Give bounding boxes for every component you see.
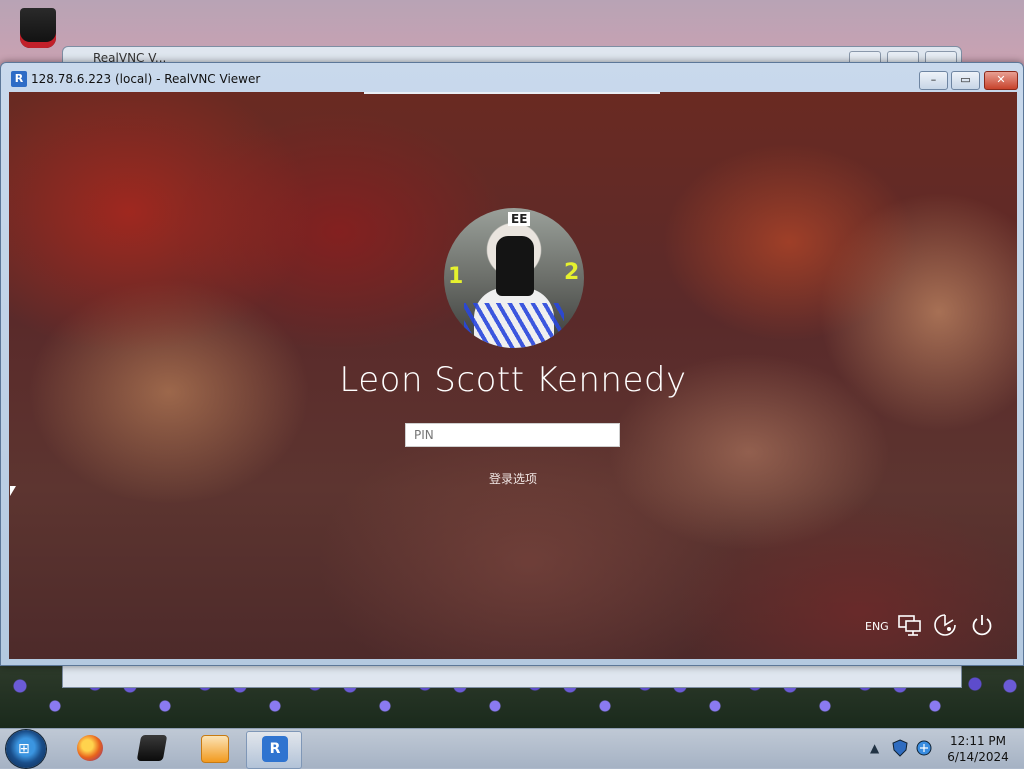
avatar-blue-scribble [464,303,564,348]
taskbar: ⊞ R ▲ 12:11 PM 6/14/2024 [0,728,1024,769]
security-shield-icon[interactable] [892,739,908,760]
taskbar-terminal[interactable] [124,731,178,767]
sign-in-options-link[interactable]: 登录选项 [9,470,1017,487]
taskbar-media-player[interactable] [186,731,240,767]
media-player-icon [201,735,229,763]
minimize-icon: – [930,73,937,86]
avatar-hair [496,236,534,296]
recycle-bin-icon[interactable] [16,6,60,52]
shield-icon-svg [892,739,908,757]
network-tray-icon-svg [916,740,932,756]
language-indicator[interactable]: ENG [865,620,889,633]
start-button[interactable]: ⊞ [6,730,46,768]
taskbar-firefox[interactable] [62,731,116,767]
avatar-number-2: 2 [564,260,580,285]
user-avatar: EE 1 2 [444,208,584,348]
close-button[interactable]: ✕ [984,71,1018,90]
taskbar-realvnc[interactable]: R [246,731,302,769]
system-clock[interactable]: 12:11 PM 6/14/2024 [938,733,1018,765]
terminal-icon [136,735,168,761]
clock-time: 12:11 PM [950,734,1006,748]
vnc-viewer-window[interactable]: R 128.78.6.223 (local) - RealVNC Viewer … [0,62,1024,666]
minimize-button[interactable]: – [919,71,948,90]
power-icon-svg [972,615,992,636]
recycle-bin-graphic [20,8,56,48]
network-icon-svg [898,615,921,636]
avatar-badge: EE [508,212,531,226]
realvnc-icon: R [262,736,288,762]
avatar-number-1: 1 [448,264,464,289]
lockscreen-username: Leon Scott Kennedy [339,360,687,400]
close-icon: ✕ [996,73,1006,86]
ease-of-access-icon[interactable] [932,612,958,638]
maximize-icon: ▭ [960,73,971,86]
window-title: 128.78.6.223 (local) - RealVNC Viewer [31,72,261,86]
show-hidden-icons-button[interactable]: ▲ [870,741,879,755]
mouse-cursor [10,486,16,496]
ease-of-access-icon-svg [934,614,956,636]
clock-date: 6/14/2024 [947,750,1009,764]
network-icon[interactable] [897,612,923,638]
realvnc-app-icon: R [11,71,27,87]
firefox-icon [77,735,103,761]
maximize-button[interactable]: ▭ [951,71,980,90]
pin-input[interactable] [405,423,620,447]
remote-desktop-viewport[interactable]: EE 1 2 Leon Scott Kennedy 登录选项 ENG [9,92,1017,659]
power-icon[interactable] [969,612,995,638]
window-titlebar[interactable]: R 128.78.6.223 (local) - RealVNC Viewer … [1,63,1023,91]
network-tray-icon[interactable] [915,739,933,760]
windows-logo-icon: ⊞ [18,741,30,757]
remote-toolbar-handle[interactable] [364,92,660,94]
